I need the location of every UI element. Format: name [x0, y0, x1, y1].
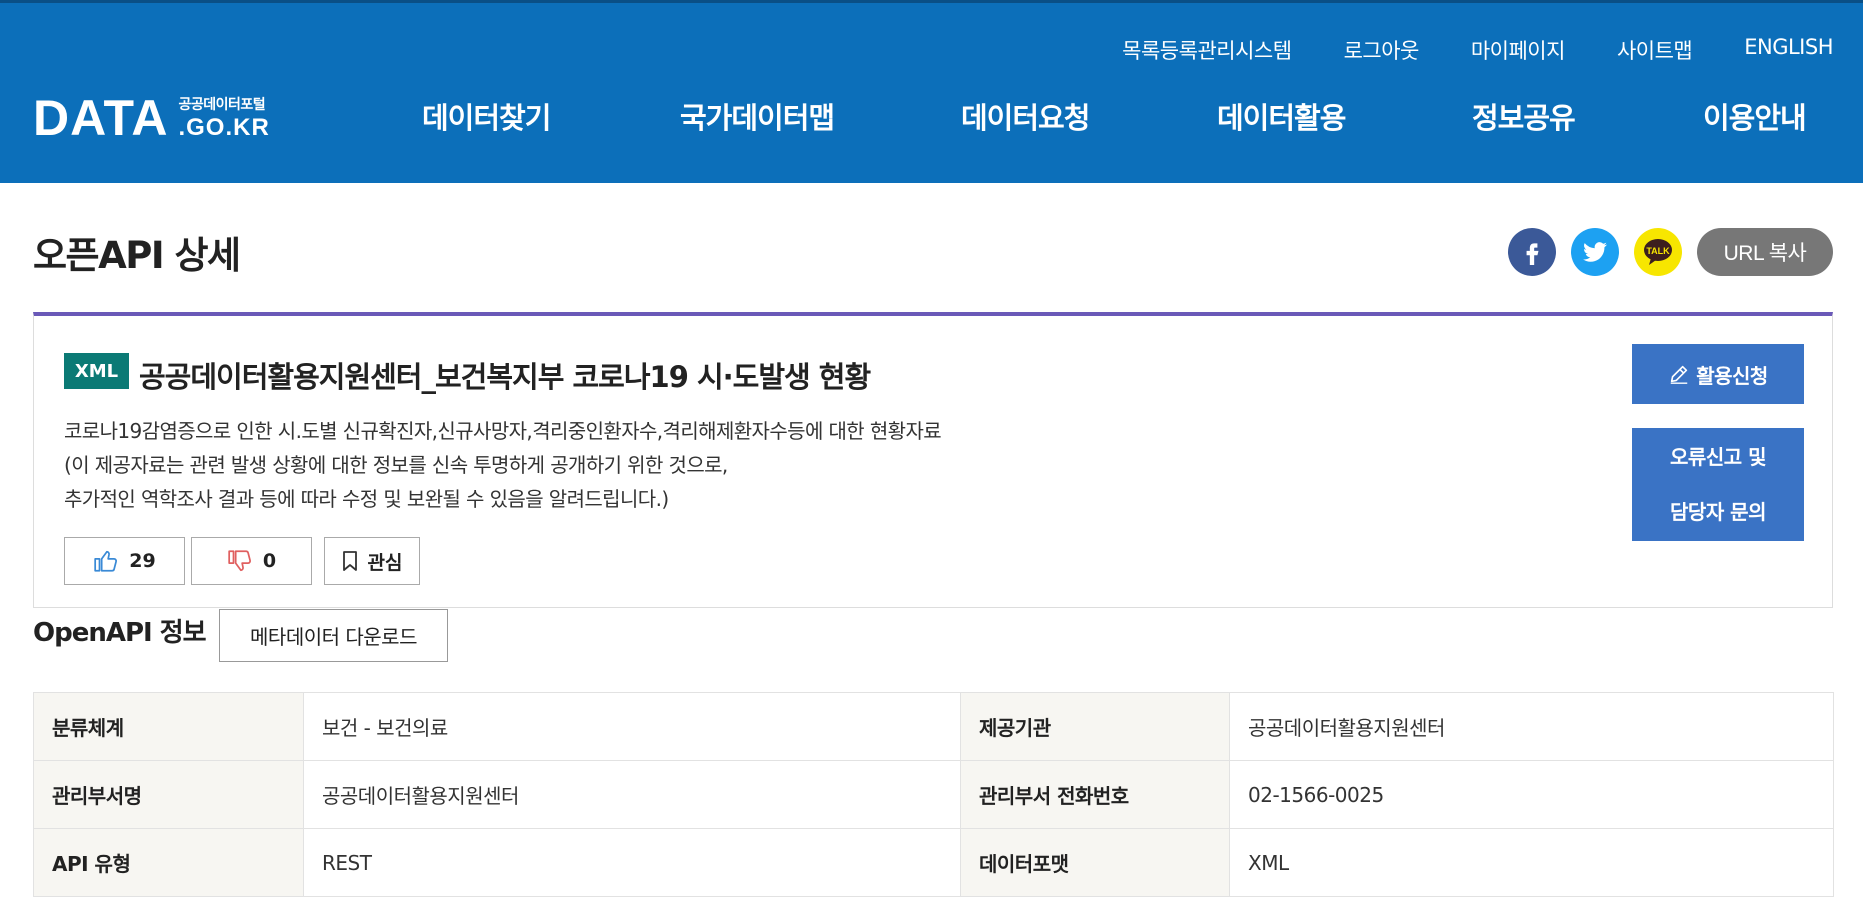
util-link-catalog-system[interactable]: 목록등록관리시스템 — [1122, 35, 1292, 65]
nav-guide[interactable]: 이용안내 — [1703, 95, 1807, 137]
favorite-label: 관심 — [367, 551, 403, 574]
field-label: 데이터포맷 — [960, 828, 1230, 897]
page-title: 오픈API 상세 — [33, 234, 241, 277]
openapi-info-table: 분류체계 보건 - 보건의료 제공기관 공공데이터활용지원센터 관리부서명 공공… — [33, 692, 1834, 897]
url-copy-button[interactable]: URL 복사 — [1697, 228, 1833, 276]
utility-nav: 목록등록관리시스템 로그아웃 마이페이지 사이트맵 ENGLISH — [1122, 35, 1833, 65]
thumbs-down-icon — [228, 550, 251, 572]
description-line: 추가적인 역학조사 결과 등에 따라 수정 및 보완될 수 있음을 알려드립니다… — [64, 487, 669, 511]
description-line: 코로나19감염증으로 인한 시.도별 신규확진자,신규사망자,격리중인환자수,격… — [64, 419, 942, 443]
nav-data-usage[interactable]: 데이터활용 — [1217, 95, 1346, 137]
dislike-count: 0 — [262, 550, 277, 572]
like-count: 29 — [129, 550, 156, 572]
openapi-section-title: OpenAPI 정보 — [33, 618, 207, 648]
field-label: 분류체계 — [33, 692, 304, 761]
main-nav: 데이터찾기 국가데이터맵 데이터요청 데이터활용 정보공유 이용안내 — [0, 95, 1863, 135]
field-value: 02-1566-0025 — [1229, 760, 1834, 829]
table-row: API 유형 REST 데이터포맷 XML — [33, 828, 1834, 897]
util-link-mypage[interactable]: 마이페이지 — [1471, 35, 1566, 65]
util-link-sitemap[interactable]: 사이트맵 — [1617, 35, 1693, 65]
site-header: 목록등록관리시스템 로그아웃 마이페이지 사이트맵 ENGLISH DATA 공… — [0, 0, 1863, 183]
field-value: REST — [303, 828, 961, 897]
field-value: 공공데이터활용지원센터 — [1229, 692, 1834, 761]
table-row: 관리부서명 공공데이터활용지원센터 관리부서 전화번호 02-1566-0025 — [33, 760, 1834, 829]
kakaotalk-icon: TALK — [1644, 239, 1672, 265]
nav-find-data[interactable]: 데이터찾기 — [422, 95, 551, 137]
field-label: 관리부서 전화번호 — [960, 760, 1230, 829]
bookmark-icon — [342, 551, 357, 571]
twitter-share-button[interactable] — [1571, 228, 1619, 276]
field-value: 공공데이터활용지원센터 — [303, 760, 961, 829]
facebook-share-button[interactable] — [1508, 228, 1556, 276]
util-link-english[interactable]: ENGLISH — [1744, 35, 1833, 65]
dataset-card: XML 공공데이터활용지원센터_보건복지부 코로나19 시·도발생 현황 코로나… — [33, 312, 1833, 608]
field-label: 관리부서명 — [33, 760, 304, 829]
favorite-button[interactable]: 관심 — [324, 537, 420, 585]
field-value: XML — [1229, 828, 1834, 897]
nav-national-data-map[interactable]: 국가데이터맵 — [680, 95, 835, 137]
metadata-download-button[interactable]: 메타데이터 다운로드 — [219, 609, 448, 662]
format-badge: XML — [64, 353, 129, 389]
apply-label: 활용신청 — [1696, 363, 1768, 388]
dataset-description: 코로나19감염증으로 인한 시.도별 신규확진자,신규사망자,격리중인환자수,격… — [64, 414, 1364, 516]
field-value: 보건 - 보건의료 — [303, 692, 961, 761]
pencil-icon — [1670, 365, 1688, 384]
table-row: 분류체계 보건 - 보건의료 제공기관 공공데이터활용지원센터 — [33, 692, 1834, 761]
thumbs-up-icon — [94, 550, 118, 572]
nav-data-request[interactable]: 데이터요청 — [961, 95, 1090, 137]
description-line: (이 제공자료는 관련 발생 상황에 대한 정보를 신속 투명하게 공개하기 위… — [64, 453, 728, 477]
report-error-button[interactable]: 오류신고 및 담당자 문의 — [1632, 428, 1804, 541]
report-label-line2: 담당자 문의 — [1670, 499, 1766, 524]
dataset-title: 공공데이터활용지원센터_보건복지부 코로나19 시·도발생 현황 — [139, 360, 871, 394]
dislike-button[interactable]: 0 — [191, 537, 312, 585]
like-button[interactable]: 29 — [64, 537, 185, 585]
apply-button[interactable]: 활용신청 — [1632, 344, 1804, 404]
facebook-icon — [1526, 243, 1539, 265]
twitter-icon — [1583, 242, 1607, 262]
field-label: 제공기관 — [960, 692, 1230, 761]
kakaotalk-share-button[interactable]: TALK — [1634, 228, 1682, 276]
nav-info-sharing[interactable]: 정보공유 — [1472, 95, 1576, 137]
field-label: API 유형 — [33, 828, 304, 897]
svg-text:TALK: TALK — [1646, 246, 1670, 256]
report-label-line1: 오류신고 및 — [1670, 444, 1766, 469]
util-link-logout[interactable]: 로그아웃 — [1344, 35, 1420, 65]
